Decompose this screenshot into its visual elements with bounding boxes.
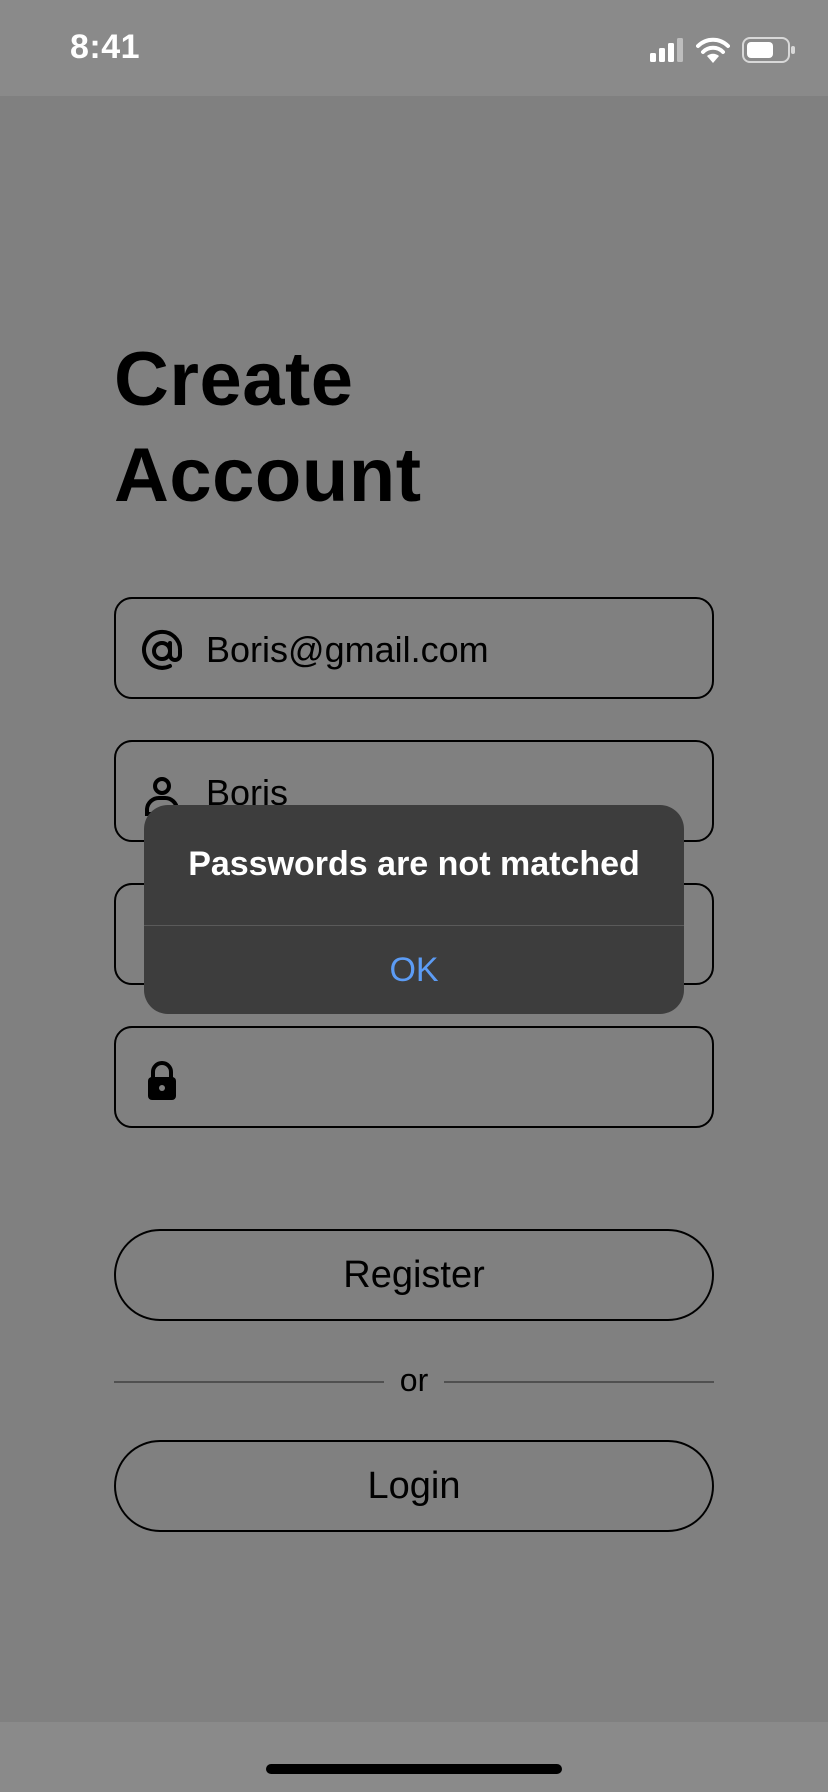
create-account-screen: 8:41 Create Account Boris@gmail.com Bori… (0, 0, 828, 1792)
email-value: Boris@gmail.com (206, 629, 489, 670)
confirm-password-field[interactable] (114, 1026, 714, 1128)
home-area (0, 1722, 828, 1792)
alert-message: Passwords are not matched (188, 845, 640, 883)
home-indicator[interactable] (266, 1764, 562, 1774)
email-field[interactable]: Boris@gmail.com (114, 597, 714, 699)
wifi-icon (696, 37, 730, 63)
status-time: 8:41 (70, 28, 141, 66)
login-button[interactable]: Login (114, 1440, 714, 1532)
divider-line-left (114, 1381, 384, 1383)
lock-icon (148, 1061, 176, 1100)
register-button[interactable]: Register (114, 1229, 714, 1321)
divider-or-label: or (399, 1362, 429, 1398)
alert-dialog: Passwords are not matched OK (144, 805, 684, 1014)
title-line-2: Account (114, 433, 422, 518)
alert-ok-button[interactable]: OK (144, 926, 684, 1014)
divider-line-right (444, 1381, 714, 1383)
cellular-signal-icon (650, 38, 683, 62)
at-icon (142, 629, 183, 670)
page-title: Create Account (114, 332, 422, 524)
battery-icon (742, 37, 795, 63)
status-bar: 8:41 (0, 0, 828, 96)
status-icons (650, 34, 796, 66)
title-line-1: Create (114, 337, 354, 422)
